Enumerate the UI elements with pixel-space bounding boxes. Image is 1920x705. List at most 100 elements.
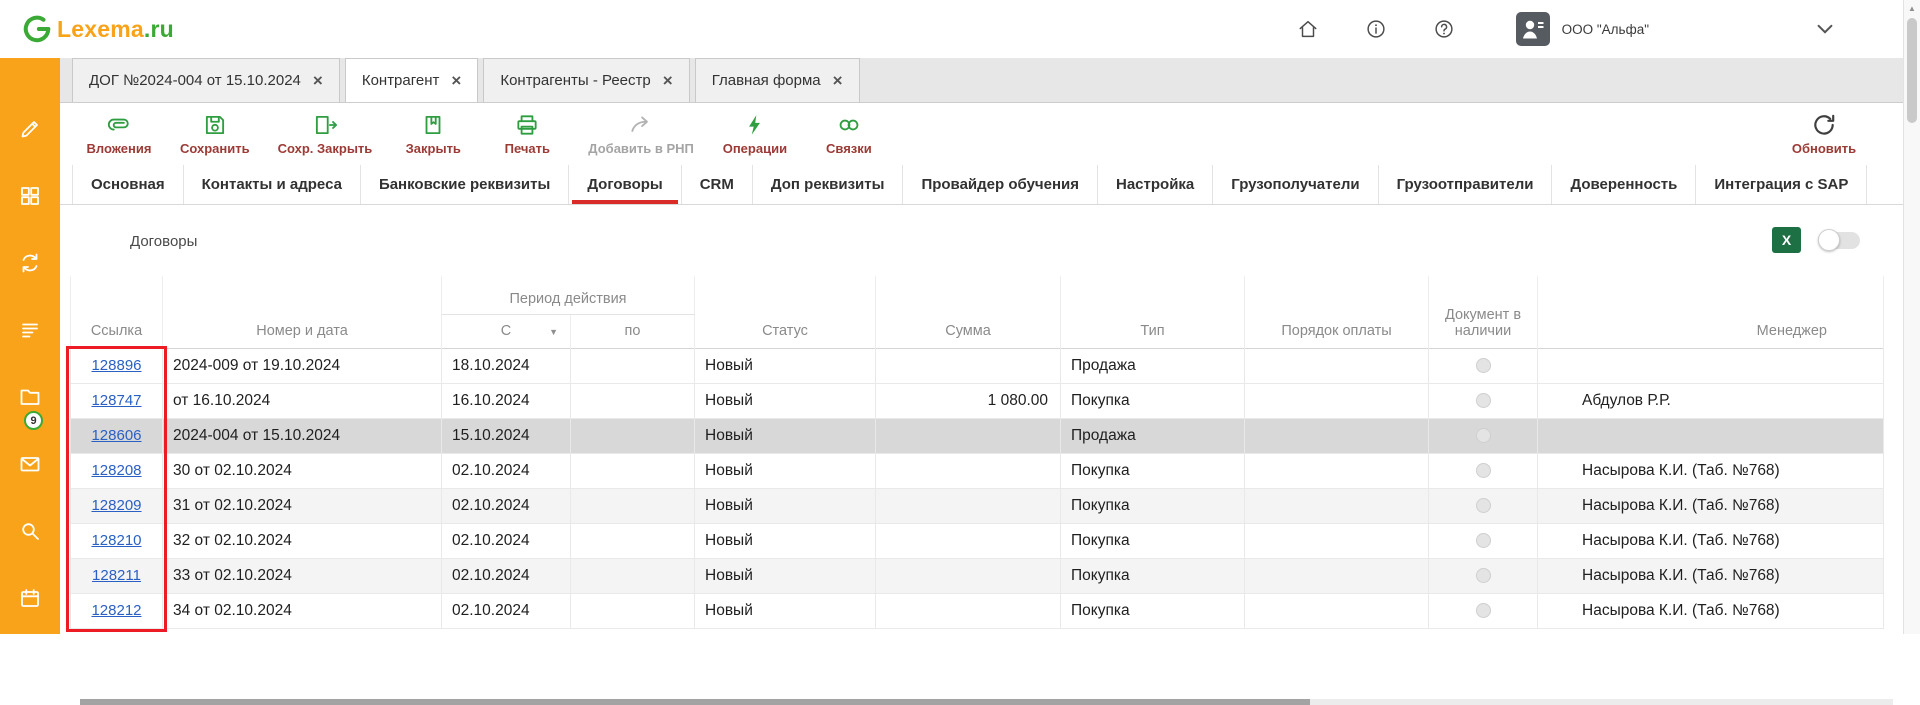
record-link[interactable]: 128896 [91, 357, 141, 374]
document-checkbox[interactable] [1476, 428, 1491, 443]
close-icon[interactable]: × [313, 72, 323, 89]
column-header-from[interactable]: С▼ [442, 314, 571, 348]
table-row[interactable]: 12820830 от 02.10.202402.10.2024НовыйПок… [71, 453, 1884, 488]
record-link[interactable]: 128210 [91, 532, 141, 549]
record-link[interactable]: 128212 [91, 602, 141, 619]
toggle-switch[interactable] [1820, 232, 1860, 249]
table-row[interactable]: 12821133 от 02.10.202402.10.2024НовыйПок… [71, 558, 1884, 593]
sidebar-item-edit[interactable] [0, 115, 60, 143]
save-button[interactable]: Сохранить [180, 112, 250, 156]
refresh-button[interactable]: Обновить [1791, 112, 1857, 156]
document-checkbox[interactable] [1476, 568, 1491, 583]
sum-cell [876, 523, 1061, 558]
window-tab[interactable]: ДОГ №2024-004 от 15.10.2024 × [72, 58, 340, 102]
close-icon[interactable]: × [663, 72, 673, 89]
table-row[interactable]: 1288962024-009 от 19.10.202418.10.2024Но… [71, 348, 1884, 383]
document-checkbox[interactable] [1476, 533, 1491, 548]
horizontal-scrollbar-thumb[interactable] [80, 699, 1310, 705]
column-header-document[interactable]: Документ в наличии [1429, 276, 1538, 348]
table-row[interactable]: 128747от 16.10.202416.10.2024Новый1 080.… [71, 383, 1884, 418]
table-row[interactable]: 1286062024-004 от 15.10.202415.10.2024Но… [71, 418, 1884, 453]
from-cell: 02.10.2024 [442, 523, 571, 558]
lexema-logo[interactable]: Lexema.ru [22, 14, 174, 44]
sidebar-item-reports[interactable] [0, 316, 60, 344]
sidebar-item-calendar[interactable] [0, 584, 60, 612]
sort-dropdown-icon[interactable]: ▼ [549, 327, 558, 337]
subtab-item[interactable]: Банковские реквизиты [361, 165, 569, 204]
sidebar-item-mail[interactable] [0, 450, 60, 478]
chain-links-icon [836, 112, 862, 138]
subtab-item[interactable]: Интеграция с SAP [1696, 165, 1867, 204]
user-avatar[interactable] [1516, 12, 1550, 46]
column-header-link[interactable]: Ссылка [71, 276, 163, 348]
sidebar-item-forms[interactable] [0, 182, 60, 210]
horizontal-scrollbar[interactable] [80, 699, 1893, 705]
subtab-item[interactable]: Основная [72, 165, 184, 204]
subtab-item[interactable]: Грузоотправители [1379, 165, 1553, 204]
column-header-number[interactable]: Номер и дата [163, 276, 442, 348]
record-link[interactable]: 128747 [91, 392, 141, 409]
sidebar-item-sync[interactable] [0, 249, 60, 277]
column-header-manager[interactable]: Менеджер [1538, 276, 1884, 348]
subtab-item[interactable]: Настройка [1098, 165, 1213, 204]
to-cell [571, 348, 695, 383]
operations-button[interactable]: Операции [722, 112, 788, 156]
table-row[interactable]: 12821234 от 02.10.202402.10.2024НовыйПок… [71, 593, 1884, 628]
subtab-item[interactable]: Провайдер обучения [903, 165, 1098, 204]
table-row[interactable]: 12821032 от 02.10.202402.10.2024НовыйПок… [71, 523, 1884, 558]
info-icon[interactable] [1362, 15, 1390, 43]
document-checkbox[interactable] [1476, 603, 1491, 618]
home-icon[interactable] [1294, 15, 1322, 43]
logo-icon [22, 14, 52, 44]
record-link[interactable]: 128209 [91, 497, 141, 514]
record-link[interactable]: 128211 [92, 567, 141, 584]
window-tab-label: ДОГ №2024-004 от 15.10.2024 [89, 72, 301, 89]
sidebar-item-documents[interactable] [0, 383, 60, 411]
document-checkbox[interactable] [1476, 498, 1491, 513]
manager-cell: Насырова К.И. (Таб. №768) [1538, 593, 1884, 628]
link-cell: 128747 [71, 383, 163, 418]
close-icon[interactable]: × [833, 72, 843, 89]
column-header-to[interactable]: по [571, 314, 695, 348]
save-close-button[interactable]: Сохр. Закрыть [278, 112, 373, 156]
link-cell: 128209 [71, 488, 163, 523]
column-header-sum[interactable]: Сумма [876, 276, 1061, 348]
document-cell [1429, 593, 1538, 628]
window-tab[interactable]: Контрагент× [345, 58, 479, 102]
record-link[interactable]: 128606 [91, 427, 141, 444]
subtab-item[interactable]: Контакты и адреса [184, 165, 361, 204]
close-icon[interactable]: × [451, 72, 461, 89]
payment-cell [1245, 418, 1429, 453]
document-checkbox[interactable] [1476, 393, 1491, 408]
subtab-item[interactable]: Доп реквизиты [753, 165, 904, 204]
subtab-item[interactable]: Доверенность [1552, 165, 1696, 204]
excel-export-button[interactable]: X [1772, 227, 1801, 253]
record-link[interactable]: 128208 [91, 462, 141, 479]
subtab-item[interactable]: Грузополучатели [1213, 165, 1378, 204]
close-button[interactable]: Закрыть [400, 112, 466, 156]
column-header-type[interactable]: Тип [1061, 276, 1245, 348]
refresh-icon [1811, 112, 1837, 138]
table-row[interactable]: 12820931 от 02.10.202402.10.2024НовыйПок… [71, 488, 1884, 523]
document-cell [1429, 453, 1538, 488]
help-icon[interactable] [1430, 15, 1458, 43]
column-header-status[interactable]: Статус [695, 276, 876, 348]
print-button[interactable]: Печать [494, 112, 560, 156]
chevron-down-icon[interactable] [1814, 18, 1836, 40]
document-checkbox[interactable] [1476, 463, 1491, 478]
window-tab[interactable]: Контрагенты - Реестр× [483, 58, 689, 102]
subtab-item[interactable]: CRM [682, 165, 753, 204]
from-cell: 15.10.2024 [442, 418, 571, 453]
window-tab[interactable]: Главная форма× [695, 58, 860, 102]
from-cell: 02.10.2024 [442, 593, 571, 628]
vertical-scrollbar[interactable]: ▲ [1903, 0, 1920, 634]
attachments-button[interactable]: Вложения [86, 112, 152, 156]
sidebar-item-search[interactable] [0, 517, 60, 545]
links-button[interactable]: Связки [816, 112, 882, 156]
vertical-scrollbar-thumb[interactable] [1907, 18, 1917, 123]
column-header-payment[interactable]: Порядок оплаты [1245, 276, 1429, 348]
subtab-item[interactable]: Договоры [569, 165, 681, 204]
scroll-up-icon[interactable]: ▲ [1904, 4, 1920, 13]
sum-cell [876, 418, 1061, 453]
document-checkbox[interactable] [1476, 358, 1491, 373]
